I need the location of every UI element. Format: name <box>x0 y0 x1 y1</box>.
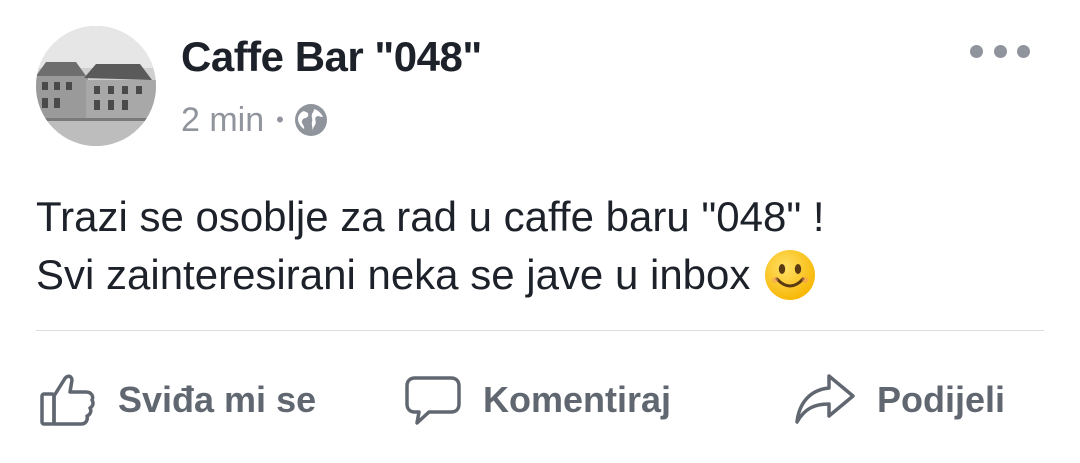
more-dot <box>993 44 1007 58</box>
comment-label: Komentiraj <box>483 379 672 420</box>
thumbs-up-icon <box>38 368 98 433</box>
share-button[interactable]: Podijeli <box>793 360 1005 440</box>
share-arrow-icon <box>793 368 857 433</box>
share-label: Podijeli <box>877 379 1006 420</box>
like-label: Sviđa mi se <box>118 379 317 420</box>
divider <box>36 330 1044 331</box>
smiling-face-emoji-icon <box>764 249 816 301</box>
post-time[interactable]: 2 min <box>181 101 264 140</box>
post-text-line-2: Svi zainteresirani neka se jave u inbox <box>36 251 751 298</box>
more-options-icon[interactable] <box>970 36 1030 66</box>
globe-icon <box>294 103 328 137</box>
post-text-line: Trazi se osoblje za rad u caffe baru "04… <box>36 188 1046 246</box>
action-bar: Sviđa mi se Komentiraj Podijeli <box>0 360 1080 440</box>
speech-bubble-icon <box>403 368 463 433</box>
post-text-line-1: Trazi se osoblje za rad u caffe baru "04… <box>36 193 825 240</box>
post-text: Trazi se osoblje za rad u caffe baru "04… <box>36 188 1046 304</box>
more-dot <box>1017 44 1030 58</box>
comment-button[interactable]: Komentiraj <box>403 360 671 440</box>
meta-separator: • <box>276 107 284 132</box>
page-avatar[interactable] <box>36 26 156 146</box>
avatar-photo <box>36 26 156 146</box>
page-name[interactable]: Caffe Bar "048" <box>181 33 482 81</box>
post-text-line: Svi zainteresirani neka se jave u inbox <box>36 246 1046 304</box>
more-dot <box>970 44 983 58</box>
post-meta: 2 min • <box>181 98 328 142</box>
like-button[interactable]: Sviđa mi se <box>38 360 316 440</box>
